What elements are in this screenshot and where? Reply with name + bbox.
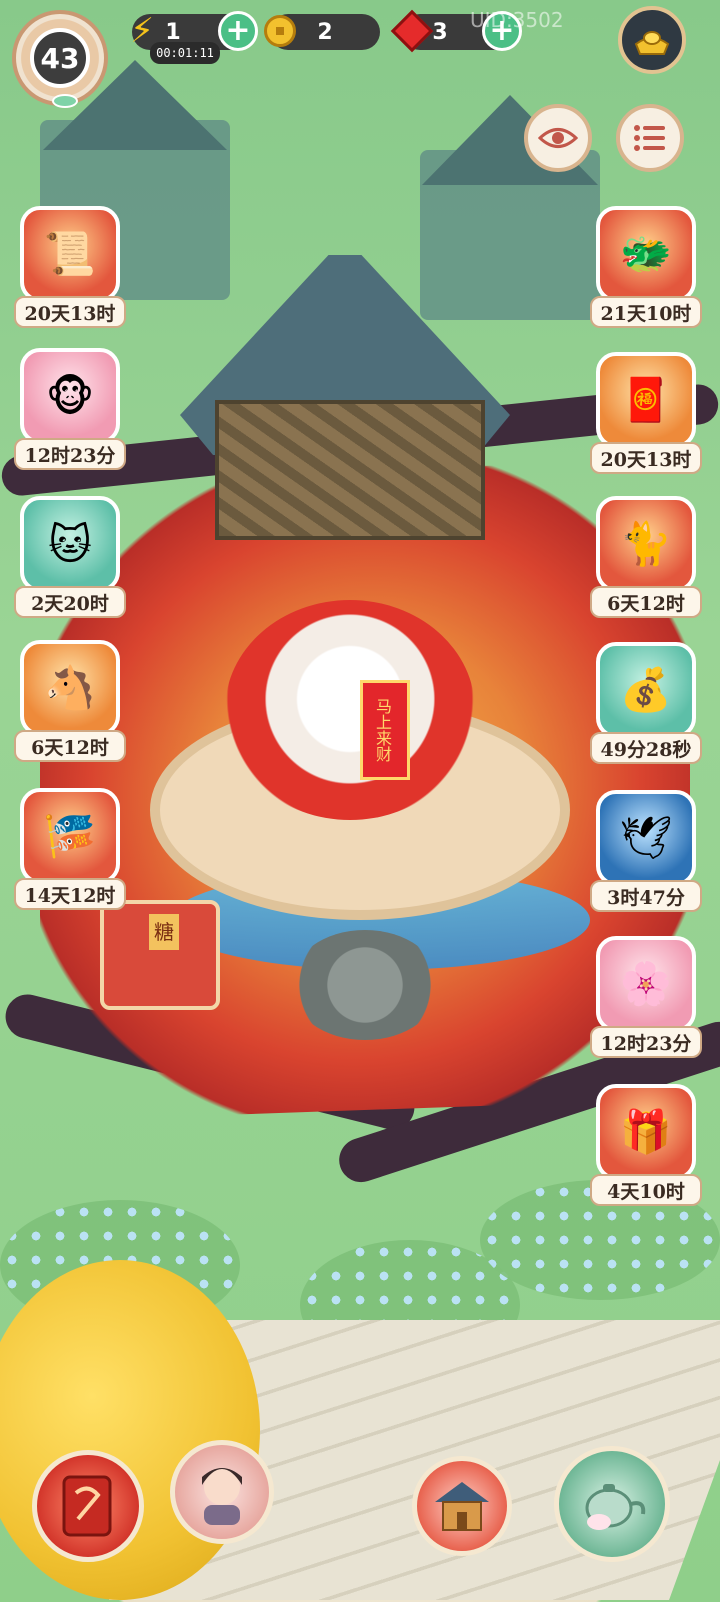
event-red-fan[interactable]: 🎏 14天12时 (14, 788, 126, 910)
fortune-scroll: 马上来财 (360, 680, 410, 780)
event-timer: 49分28秒 (590, 732, 702, 764)
event-golden-horse[interactable]: 🐴 6天12时 (14, 640, 126, 762)
add-energy-button[interactable]: + (218, 11, 258, 51)
golden-crane-icon: 🕊 (596, 790, 696, 886)
golden-horse-icon: 🐴 (20, 640, 120, 736)
lion-dance-statue[interactable] (225, 600, 475, 820)
event-timer: 20天13时 (590, 442, 702, 474)
cat-with-fan-icon: 🐈 (596, 496, 696, 592)
millstone[interactable] (290, 930, 440, 1040)
event-mystery-envelope[interactable]: 🧧 20天13时 (590, 352, 702, 474)
event-timer: 4天10时 (590, 1174, 702, 1206)
candy-stall[interactable]: 糖 (100, 900, 220, 1010)
event-timer: 6天12时 (14, 730, 126, 762)
tea-house-button[interactable] (554, 1446, 670, 1562)
teapot-icon (585, 1484, 646, 1530)
event-timer: 12时23分 (590, 1026, 702, 1058)
treasure-chest-icon: 🎁 (596, 1084, 696, 1180)
monkey-icon: 🐵 (20, 348, 120, 444)
event-timer: 2天20时 (14, 586, 126, 618)
event-monkey[interactable]: 🐵 12时23分 (14, 348, 126, 470)
event-timer: 14天12时 (14, 878, 126, 910)
event-timer: 20天13时 (14, 296, 126, 328)
lucky-cat-icon: 🐱 (20, 496, 120, 592)
red-book-icon (62, 1475, 112, 1537)
event-dragon-pup[interactable]: 🐲 21天10时 (590, 206, 702, 328)
candy-stall-sign: 糖 (149, 914, 179, 950)
level-number: 43 (30, 28, 90, 88)
red-fan-icon: 🎏 (20, 788, 120, 884)
story-book-button[interactable] (32, 1450, 144, 1562)
event-treasure-chest[interactable]: 🎁 4天10时 (590, 1084, 702, 1206)
event-timer: 6天12时 (590, 586, 702, 618)
build-button[interactable] (412, 1456, 512, 1556)
player-level-badge[interactable]: 43 (12, 10, 108, 108)
gem-value: 3 (432, 19, 448, 45)
event-golden-crane[interactable]: 🕊 3时47分 (590, 790, 702, 912)
jade-ornament-icon (52, 94, 78, 108)
view-toggle-button[interactable] (524, 104, 592, 172)
energy-timer: 00:01:11 (150, 42, 220, 64)
user-id: UID:3502 (470, 8, 564, 32)
mystery-envelope-icon: 🧧 (596, 352, 696, 448)
event-lucky-cat[interactable]: 🐱 2天20时 (14, 496, 126, 618)
list-icon (634, 125, 665, 151)
event-timer: 21天10时 (590, 296, 702, 328)
gold-ingot-icon (634, 31, 670, 55)
character-button[interactable] (170, 1440, 274, 1544)
event-timer: 3时47分 (590, 880, 702, 912)
coin-value: 2 (317, 19, 333, 45)
coin-counter: 2 (264, 14, 380, 50)
energy-value: 1 (165, 19, 181, 45)
event-cat-with-fan[interactable]: 🐈 6天12时 (590, 496, 702, 618)
treasure-cart-icon: 💰 (596, 642, 696, 738)
ruined-pavilion[interactable] (215, 400, 485, 540)
event-timer: 12时23分 (14, 438, 126, 470)
eye-icon (538, 128, 578, 148)
book-bundle-icon: 📜 (20, 206, 120, 302)
shop-button[interactable] (618, 6, 686, 74)
house-icon (435, 1482, 489, 1531)
event-treasure-cart[interactable]: 💰 49分28秒 (590, 642, 702, 764)
blossom-cat-icon: 🌸 (596, 936, 696, 1032)
lady-portrait-icon (202, 1468, 242, 1525)
dragon-pup-icon: 🐲 (596, 206, 696, 302)
event-book-bundle[interactable]: 📜 20天13时 (14, 206, 126, 328)
menu-button[interactable] (616, 104, 684, 172)
event-blossom-cat[interactable]: 🌸 12时23分 (590, 936, 702, 1058)
